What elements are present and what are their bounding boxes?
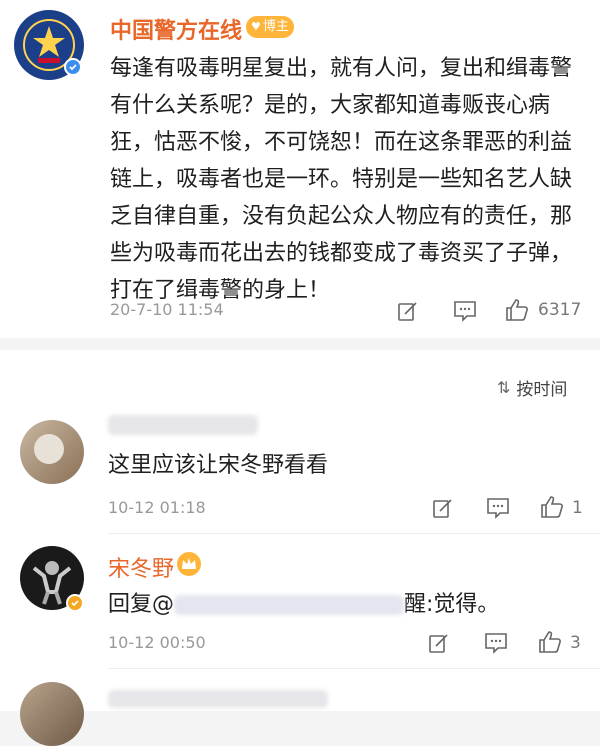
verified-icon <box>66 594 84 612</box>
comment-icon <box>487 498 509 519</box>
post-content: 每逢有吸毒明星复出，就有人问，复出和缉毒警有什么关系呢？是的，大家都知道毒贩丧心… <box>110 56 573 303</box>
post-author-name[interactable]: 中国警方在线 <box>110 13 242 45</box>
divider <box>108 668 600 669</box>
commenter-avatar[interactable] <box>20 682 84 746</box>
blurred-username <box>108 415 258 435</box>
badge-label: 博主 <box>262 19 289 34</box>
comment-time: 10-12 01:18 <box>108 498 206 517</box>
thumbs-up-icon <box>506 299 528 321</box>
badge-heart-icon: ♥ <box>251 20 261 33</box>
thumbs-up-icon <box>541 496 563 518</box>
verified-icon <box>64 58 82 76</box>
post-time: 20-7-10 11:54 <box>110 300 224 319</box>
comment-button[interactable] <box>486 497 510 523</box>
comment-icon <box>485 633 507 654</box>
comments-card: ⇅ 按时间 这里应该让宋冬野看看 10-12 01:18 1 宋冬野 回复@ 醒… <box>0 350 600 746</box>
comment-time: 10-12 00:50 <box>108 633 206 652</box>
sort-icon: ⇅ <box>497 378 511 397</box>
like-count: 1 <box>572 498 583 518</box>
member-crown-icon <box>177 552 201 576</box>
like-count: 6317 <box>538 300 582 320</box>
blogger-badge: ♥ 博主 <box>246 16 294 38</box>
comment-text: 这里应该让宋冬野看看 <box>108 453 329 478</box>
reply-body: 醒:觉得。 <box>404 592 500 617</box>
repost-icon <box>433 499 452 518</box>
blurred-username <box>108 690 328 708</box>
comment-button[interactable] <box>453 300 477 326</box>
repost-icon <box>398 302 417 321</box>
commenter-name[interactable]: 宋冬野 <box>108 551 174 583</box>
reply-text: 回复@ 醒:觉得。 <box>108 586 588 623</box>
comment-icon <box>454 301 476 322</box>
divider <box>108 533 600 534</box>
sort-label: 按时间 <box>516 380 568 400</box>
commenter-avatar[interactable] <box>20 420 84 484</box>
sort-by-time-button[interactable]: ⇅ 按时间 <box>497 375 567 400</box>
repost-button[interactable] <box>432 497 454 523</box>
like-count: 3 <box>570 633 581 653</box>
repost-button[interactable] <box>397 300 419 326</box>
blurred-mention <box>174 595 405 615</box>
repost-icon <box>429 634 448 653</box>
comment-button[interactable] <box>484 632 508 658</box>
post-card: 中国警方在线 ♥ 博主 每逢有吸毒明星复出，就有人问，复出和缉毒警有什么关系呢？… <box>0 0 600 338</box>
reply-prefix: 回复 <box>108 592 153 617</box>
like-button[interactable] <box>540 495 564 523</box>
like-button[interactable] <box>538 630 562 658</box>
commenter-photo <box>34 434 64 464</box>
mention-at[interactable]: @ <box>152 592 174 617</box>
like-button[interactable] <box>505 298 529 326</box>
thumbs-up-icon <box>539 631 561 653</box>
repost-button[interactable] <box>428 632 450 658</box>
